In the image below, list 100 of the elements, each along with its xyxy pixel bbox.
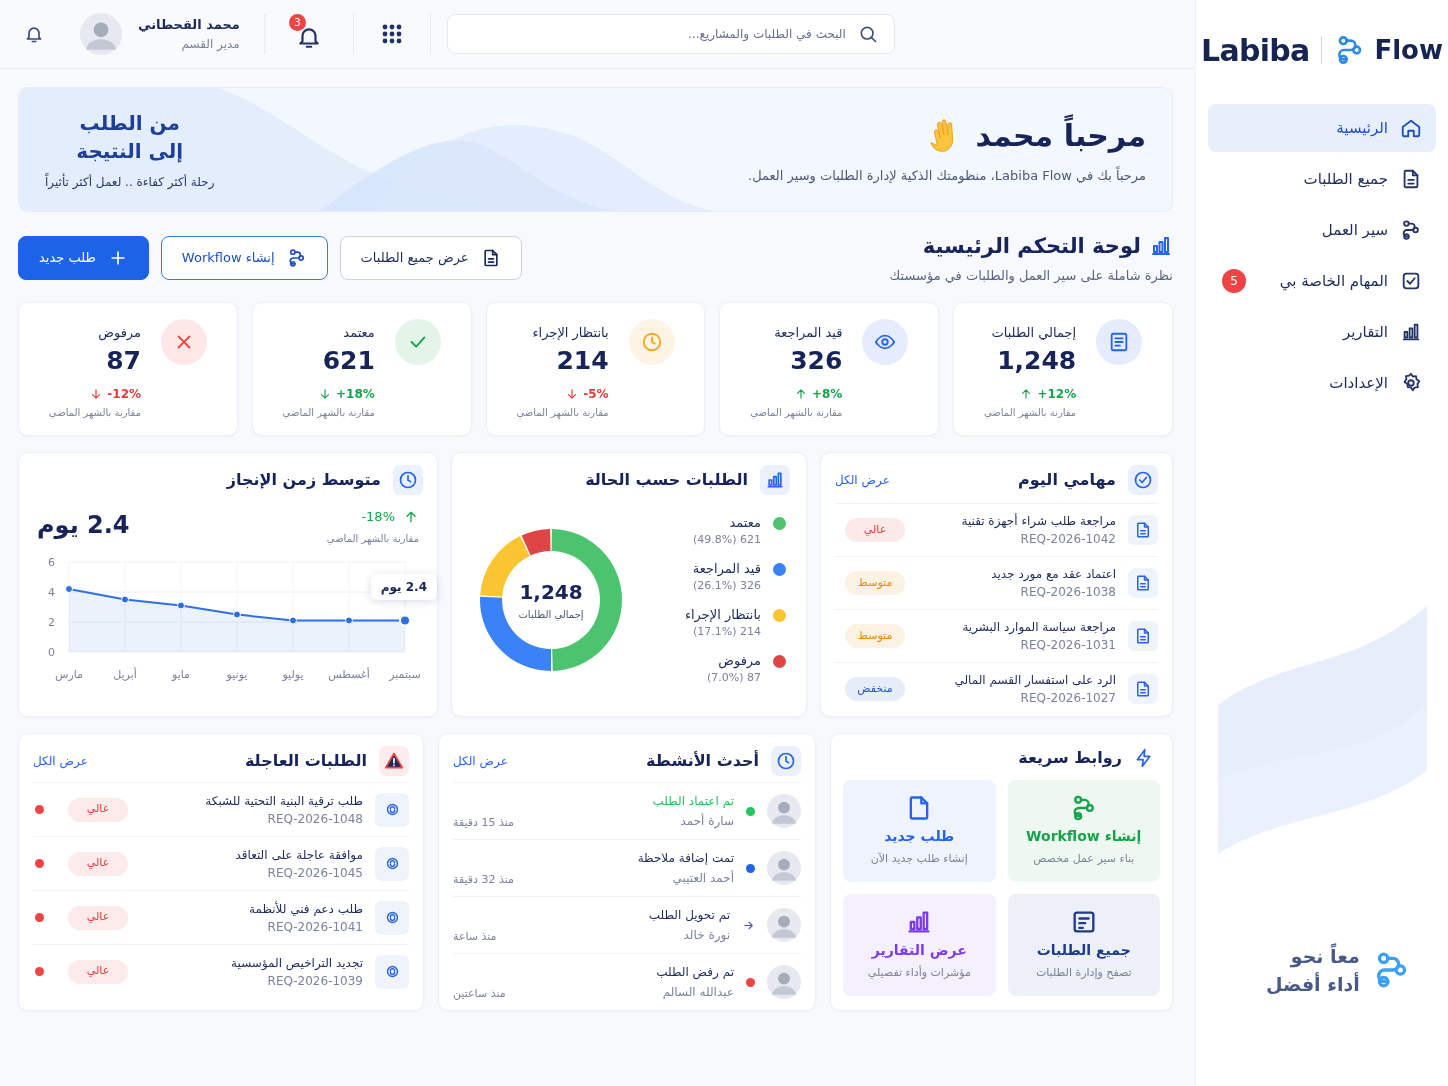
action-button[interactable]: إنشاء Workflow	[160, 236, 328, 280]
request-id: REQ-2026-1038	[1020, 584, 1116, 601]
priority-tag: عالي	[68, 797, 128, 822]
stat-label: إجمالي الطلبات	[991, 324, 1077, 342]
stat-value: 1,248	[997, 344, 1077, 377]
quick-link-tile[interactable]: جميع الطلبات تصفح وإدارة الطلبات	[1007, 894, 1160, 996]
search-field[interactable]: البحث في الطلبات والمشاريع...	[463, 15, 846, 53]
clock-icon	[640, 331, 663, 353]
nav-item[interactable]: الرئيسية	[1208, 104, 1436, 152]
nav-item[interactable]: الإعدادات	[1208, 359, 1436, 407]
view-all-link[interactable]: عرض الكل	[453, 752, 508, 770]
comparison-text: مقارنة بالشهر الماضي	[750, 405, 843, 420]
axis-label: يوليو	[282, 667, 304, 681]
nav-item[interactable]: جميع الطلبات	[1208, 155, 1436, 203]
document-icon	[1134, 574, 1152, 592]
bell-icon[interactable]	[24, 24, 44, 44]
welcome-subtitle: مرحباً بك في Labiba Flow، منظومتك الذكية لإدارة الطلبات وسير العمل.	[748, 166, 1146, 186]
action-button[interactable]: طلب جديد	[18, 236, 149, 280]
document-icon	[1134, 521, 1152, 539]
avatar	[767, 851, 801, 885]
avatar	[80, 13, 122, 55]
data-point	[177, 601, 185, 609]
slogan-text: إلى النتيجة	[76, 137, 184, 165]
card-title: روابط سريعة	[1018, 747, 1122, 769]
activity-title: تم اعتماد الطلب	[652, 793, 734, 810]
person-name: سارة أحمد	[680, 812, 734, 830]
average-value: 2.4 يوم	[36, 510, 130, 541]
nav-item[interactable]: التقارير	[1208, 308, 1436, 356]
document-icon	[1134, 680, 1152, 698]
request-id: REQ-2026-1041	[267, 918, 363, 936]
task-title: مراجعة طلب شراء أجهزة تقنية	[961, 512, 1116, 530]
axis-label: 2	[48, 615, 55, 629]
request-id: REQ-2026-1045	[267, 864, 363, 882]
change-value: -5%	[583, 385, 609, 403]
activity-time: منذ 32 دقيقة	[453, 871, 514, 888]
legend-label: مرفوض	[718, 651, 761, 670]
task-title: اعتماد عقد مع مورد جديد	[991, 566, 1116, 583]
stat-value: 326	[790, 344, 843, 377]
tooltip: 2.4 يوم	[370, 574, 437, 600]
legend-label: قيد المراجعة	[692, 559, 761, 578]
data-point	[121, 595, 129, 603]
priority-tag: منخفض	[845, 677, 905, 701]
tagline-text: معاً نحو	[1290, 942, 1360, 970]
request-id: REQ-2026-1039	[267, 972, 363, 990]
view-all-link[interactable]: عرض الكل	[835, 471, 890, 489]
activity-time: منذ ساعتين	[453, 985, 506, 1002]
action-button[interactable]: عرض جميع الطلبات	[339, 236, 522, 280]
axis-label: 4	[48, 585, 55, 599]
activity-title: تمت إضافة ملاحظة	[637, 850, 734, 867]
person-name: نورة خالد	[683, 927, 730, 944]
request-id: REQ-2026-1027	[1020, 690, 1116, 707]
axis-label: سبتمبر	[389, 667, 421, 681]
request-title: طلب دعم فني للأنظمة	[249, 900, 363, 918]
priority-tag: عالي	[68, 851, 128, 876]
checkbox-icon	[1400, 270, 1422, 292]
comparison-text: مقارنة بالشهر الماضي	[48, 405, 141, 420]
comparison-text: مقارنة بالشهر الماضي	[516, 405, 609, 420]
legend-label: معتمد	[729, 513, 761, 532]
welcome-title: مرحباً محمد	[975, 113, 1146, 159]
document-icon	[1134, 627, 1152, 645]
stat-label: بانتظار الإجراء	[532, 324, 609, 343]
data-point	[233, 610, 241, 618]
lightning-icon	[1134, 748, 1154, 768]
data-point	[65, 584, 73, 593]
data-point	[345, 616, 353, 624]
activity-time: منذ ساعة	[453, 928, 497, 945]
apps-grid-icon[interactable]	[381, 24, 402, 44]
count-badge: 3	[288, 14, 306, 31]
change-value: +8%	[811, 385, 843, 403]
priority-tag: عالي	[68, 959, 128, 984]
flow-icon	[1400, 219, 1422, 241]
slogan-caption: رحلة أكثر كفاءة .. لعمل أكثر تأثيراً	[45, 172, 215, 191]
logo-text: Labiba	[1201, 31, 1310, 70]
notifications-button[interactable]: 3	[288, 14, 329, 54]
tagline-text: أداء أفضل	[1266, 971, 1360, 997]
stat-label: مرفوض	[98, 324, 141, 343]
logo-text: Flow	[1374, 33, 1443, 67]
quick-link-tile[interactable]: إنشاء Workflow بناء سير عمل مخصص	[1007, 780, 1160, 882]
quick-link-tile[interactable]: طلب جديد إنشاء طلب جديد الآن	[843, 780, 996, 882]
activity-time: منذ 15 دقيقة	[453, 814, 514, 831]
request-title: موافقة عاجلة على التعاقد	[235, 846, 363, 864]
card-title: مهامي اليوم	[1018, 469, 1116, 492]
axis-label: أبريل	[113, 667, 137, 681]
quick-link-tile[interactable]: عرض التقارير مؤشرات وأداء تفصيلي	[843, 894, 996, 996]
total-value: 1,248	[519, 579, 583, 606]
card-title: أحدث الأنشطة	[646, 749, 759, 772]
request-title: طلب ترقية البنية التحتية للشبكة	[205, 792, 363, 810]
priority-tag: متوسط	[845, 571, 905, 595]
nav-item[interactable]: سير العمل	[1208, 206, 1436, 254]
search-bar[interactable]: البحث في الطلبات والمشاريع...	[446, 14, 895, 54]
card-title: الطلبات حسب الحالة	[585, 469, 748, 491]
view-all-link[interactable]: عرض الكل	[33, 752, 88, 770]
page-subtitle: نظرة شاملة على سير العمل والطلبات في مؤسستك	[889, 267, 1173, 286]
change-value: -12%	[107, 385, 141, 403]
axis-label: أغسطس	[328, 667, 370, 681]
change-value: +18%	[336, 385, 375, 403]
axis-label: مايو	[172, 667, 190, 681]
avatar	[767, 965, 801, 999]
axis-label: يونيو	[226, 667, 248, 681]
request-id: REQ-2026-1048	[267, 810, 363, 828]
